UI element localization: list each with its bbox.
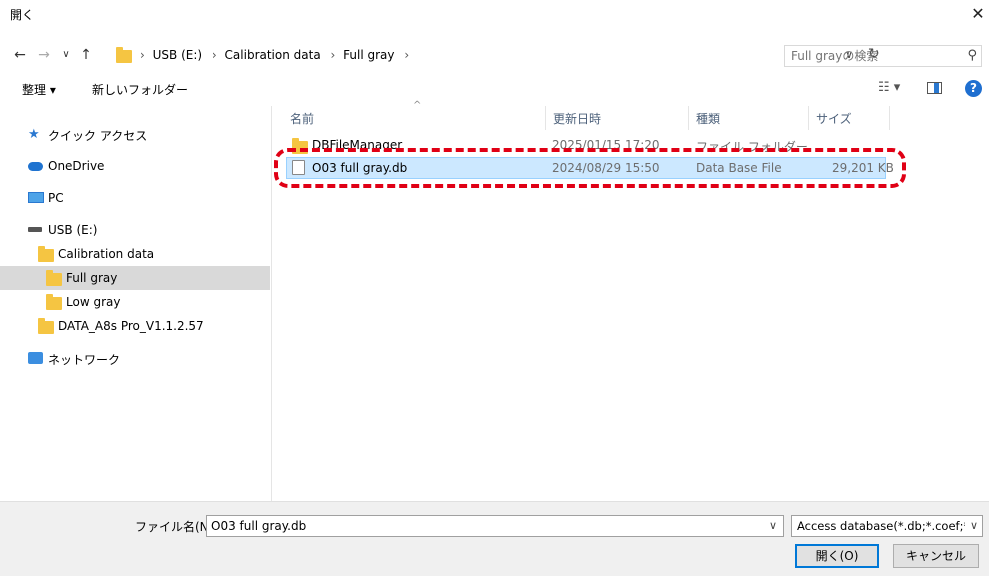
computer-icon [28, 192, 44, 203]
view-icon[interactable]: ☷ ▾ [878, 80, 900, 95]
help-icon[interactable]: ? [965, 80, 982, 97]
command-bar: 整理 ▾ 新しいフォルダー ☷ ▾ ? [0, 76, 989, 102]
crumb-separator: › [211, 48, 217, 62]
column-header-size[interactable]: サイズ [816, 110, 852, 127]
search-field[interactable]: ⚲ [784, 45, 982, 67]
bottom-bar: ファイル名(N): ∨ Access database(*.db;*.coef;… [0, 501, 989, 576]
list-item[interactable]: DBFileManager 2025/01/15 17:20 ファイル フォルダ… [286, 134, 886, 156]
nav-item-onedrive[interactable]: OneDrive [0, 154, 270, 178]
file-type: Data Base File [696, 161, 782, 175]
cancel-button[interactable]: キャンセル [893, 544, 979, 568]
database-file-icon [292, 160, 305, 175]
crumb-separator: › [140, 48, 145, 62]
column-divider[interactable] [545, 106, 546, 130]
filename-input[interactable] [211, 519, 751, 533]
file-size: 29,201 KB [832, 161, 894, 175]
nav-item-network[interactable]: ネットワーク [0, 346, 270, 370]
nav-item-low-gray[interactable]: Low gray [0, 290, 270, 314]
filetype-value: Access database(*.db;*.coef;*.sd [797, 519, 965, 533]
network-icon [28, 352, 43, 364]
forward-icon[interactable]: → [34, 45, 54, 65]
nav-label: クイック アクセス [48, 129, 148, 143]
nav-label: ネットワーク [48, 353, 121, 367]
window-title: 開く [10, 8, 35, 22]
organize-button[interactable]: 整理 ▾ [22, 81, 56, 98]
crumb-full-gray[interactable]: Full gray [343, 48, 394, 62]
crumb-separator: › [404, 48, 410, 62]
nav-label: Calibration data [58, 247, 155, 261]
up-icon[interactable]: ↑ [76, 45, 96, 65]
column-divider[interactable] [688, 106, 689, 130]
search-icon[interactable]: ⚲ [967, 48, 977, 63]
column-divider[interactable] [808, 106, 809, 130]
file-date: 2025/01/15 17:20 [552, 138, 660, 152]
pane-icon[interactable] [927, 82, 942, 94]
chevron-down-icon[interactable]: ∨ [769, 519, 777, 532]
nav-item-full-gray[interactable]: Full gray [0, 266, 270, 290]
cloud-icon [28, 162, 43, 171]
search-input[interactable] [791, 49, 951, 63]
folder-icon [38, 318, 54, 334]
nav-label: DATA_A8s Pro_V1.1.2.57 [58, 319, 204, 333]
open-button[interactable]: 開く(O) [795, 544, 879, 568]
filetype-select[interactable]: Access database(*.db;*.coef;*.sd ∨ [791, 515, 983, 537]
close-icon[interactable]: ✕ [967, 0, 989, 32]
nav-label: OneDrive [48, 159, 105, 173]
column-divider[interactable] [889, 106, 890, 130]
star-icon: ★ [28, 127, 40, 142]
nav-item-quick-access[interactable]: ★ クイック アクセス [0, 122, 270, 146]
nav-item-pc[interactable]: PC [0, 186, 270, 210]
folder-icon [292, 138, 308, 154]
nav-label: USB (E:) [48, 223, 98, 237]
folder-icon [38, 246, 54, 262]
sort-arrow-icon: ^ [413, 100, 422, 111]
crumb-separator: › [330, 48, 336, 62]
drive-icon [28, 227, 42, 232]
column-header-name[interactable]: 名前 [290, 110, 314, 127]
column-header-date[interactable]: 更新日時 [553, 110, 601, 127]
file-name: O03 full gray.db [312, 161, 408, 175]
title-bar: 開く ✕ [0, 0, 989, 32]
file-type: ファイル フォルダー [696, 140, 808, 154]
new-folder-button[interactable]: 新しいフォルダー [92, 81, 188, 98]
recent-dropdown-icon[interactable]: ∨ [56, 45, 76, 65]
navigation-pane: ★ クイック アクセス OneDrive PC USB (E:) Calibra… [0, 106, 272, 501]
nav-label: PC [48, 191, 64, 205]
file-name: DBFileManager [312, 138, 403, 152]
nav-label: Low gray [66, 295, 121, 309]
filename-combobox[interactable]: ∨ [206, 515, 784, 537]
nav-label: Full gray [66, 271, 118, 285]
folder-icon [46, 294, 62, 310]
back-icon[interactable]: ← [10, 45, 30, 65]
folder-icon [46, 270, 62, 286]
column-header-type[interactable]: 種類 [696, 110, 720, 127]
file-date: 2024/08/29 15:50 [552, 161, 660, 175]
crumb-usb[interactable]: USB (E:) [153, 48, 202, 62]
crumb-calibration-data[interactable]: Calibration data [225, 48, 321, 62]
file-list: ^ 名前 更新日時 種類 サイズ DBFileManager 2025/01/1… [272, 100, 989, 501]
address-bar: ← → ∨ ↑ › USB (E:) › Calibration data › … [0, 42, 989, 70]
folder-icon [116, 47, 132, 63]
list-item-selected[interactable]: O03 full gray.db 2024/08/29 15:50 Data B… [286, 157, 894, 179]
breadcrumb[interactable]: › USB (E:) › Calibration data › Full gra… [110, 45, 880, 67]
nav-item-usb[interactable]: USB (E:) [0, 218, 270, 242]
nav-item-data-folder[interactable]: DATA_A8s Pro_V1.1.2.57 [0, 314, 270, 338]
nav-item-calibration-data[interactable]: Calibration data [0, 242, 270, 266]
chevron-down-icon[interactable]: ∨ [969, 519, 978, 532]
